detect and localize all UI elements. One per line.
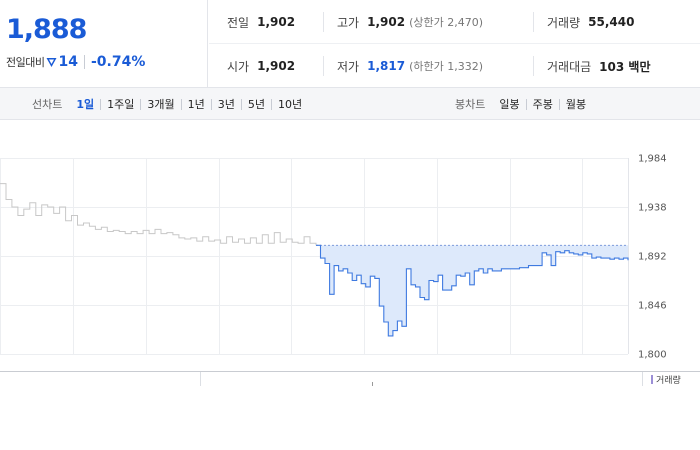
stat-open: 시가 1,902 bbox=[227, 44, 295, 88]
stat-label: 거래량 bbox=[547, 15, 581, 30]
line-chart-title: 선차트 bbox=[32, 98, 63, 111]
stat-value: 55,440 bbox=[588, 15, 635, 29]
toolbar-divider bbox=[558, 98, 560, 110]
period-tab-0[interactable]: 1일 bbox=[76, 96, 94, 112]
y-tick-label: 1,846 bbox=[638, 301, 667, 312]
period-tab-4[interactable]: 3년 bbox=[218, 96, 235, 112]
period-tab-3[interactable]: 1년 bbox=[188, 96, 205, 112]
volume-legend: 거래량 bbox=[651, 372, 681, 386]
candle-tab-0[interactable]: 일봉 bbox=[499, 96, 519, 112]
change-percent: -0.74% bbox=[90, 54, 146, 70]
down-triangle-icon bbox=[46, 53, 57, 72]
y-tick-label: 1,892 bbox=[638, 252, 667, 263]
stat-trade-amount: 거래대금 103 백만 bbox=[547, 44, 650, 88]
stat-high: 고가 1,902 (상한가 2,470) bbox=[337, 0, 483, 44]
change-row: 전일대비 14 -0.74% bbox=[6, 52, 145, 72]
period-tab-1[interactable]: 1주일 bbox=[107, 96, 134, 112]
stats-panel: 전일 1,902 고가 1,902 (상한가 2,470) 거래량 55,440… bbox=[209, 0, 700, 88]
change-label: 전일대비 bbox=[6, 56, 45, 69]
stat-value: 1,817 bbox=[367, 59, 406, 73]
area-fill bbox=[316, 245, 628, 336]
period-tab-2[interactable]: 3개월 bbox=[147, 96, 174, 112]
stat-prev-close: 전일 1,902 bbox=[227, 0, 295, 44]
volume-swatch bbox=[651, 374, 653, 384]
stat-value: 1,902 bbox=[367, 15, 406, 29]
candle-chart-periods: 봉차트 일봉 주봉 월봉 bbox=[455, 88, 586, 120]
series-line-previous bbox=[0, 183, 317, 246]
stat-label: 저가 bbox=[337, 59, 360, 74]
toolbar-divider bbox=[140, 98, 142, 110]
candle-chart-title: 봉차트 bbox=[455, 98, 486, 111]
quote-header: 1,888 전일대비 14 -0.74% 전일 1,902 고가 1,902 (… bbox=[0, 0, 700, 88]
candle-tab-1[interactable]: 주봉 bbox=[533, 96, 553, 112]
stat-label: 시가 bbox=[227, 59, 250, 74]
current-price: 1,888 bbox=[6, 14, 87, 45]
stat-subvalue: (하한가 1,332) bbox=[409, 60, 483, 73]
toolbar-divider bbox=[525, 98, 527, 110]
stat-value: 103 백만 bbox=[599, 59, 651, 74]
y-tick-label: 1,984 bbox=[638, 154, 667, 165]
toolbar-divider bbox=[180, 98, 182, 110]
price-chart: 1,984 1,938 1,892 1,846 1,800 bbox=[0, 121, 700, 371]
toolbar-divider bbox=[100, 98, 102, 110]
y-axis: 1,984 1,938 1,892 1,846 1,800 bbox=[638, 154, 667, 361]
change-divider bbox=[83, 55, 85, 69]
line-chart-periods: 선차트 1일 1주일 3개월 1년 3년 5년 10년 bbox=[32, 88, 302, 120]
stats-row-2: 시가 1,902 저가 1,817 (하한가 1,332) 거래대금 103 백… bbox=[209, 44, 700, 88]
price-box: 1,888 전일대비 14 -0.74% bbox=[0, 0, 208, 88]
stat-divider bbox=[323, 56, 324, 76]
volume-legend-text: 거래량 bbox=[656, 375, 681, 386]
volume-svg bbox=[0, 371, 700, 386]
stat-low: 저가 1,817 (하한가 1,332) bbox=[337, 44, 483, 88]
toolbar-divider bbox=[240, 98, 242, 110]
y-tick-label: 1,938 bbox=[638, 203, 667, 214]
toolbar-divider bbox=[271, 98, 273, 110]
stat-divider bbox=[533, 12, 534, 32]
stat-label: 전일 bbox=[227, 15, 250, 30]
stat-value: 1,902 bbox=[257, 59, 296, 73]
toolbar-divider bbox=[210, 98, 212, 110]
period-tab-6[interactable]: 10년 bbox=[278, 96, 302, 112]
stat-subvalue: (상한가 2,470) bbox=[409, 16, 483, 29]
chart-toolbar: 선차트 1일 1주일 3개월 1년 3년 5년 10년 봉차트 일봉 주봉 월봉 bbox=[0, 88, 700, 120]
chart-area bbox=[316, 244, 628, 336]
change-value: 14 bbox=[58, 54, 78, 70]
stat-divider bbox=[533, 56, 534, 76]
y-tick-label: 1,800 bbox=[638, 350, 667, 361]
stats-row-1: 전일 1,902 고가 1,902 (상한가 2,470) 거래량 55,440 bbox=[209, 0, 700, 44]
period-tab-5[interactable]: 5년 bbox=[248, 96, 265, 112]
price-chart-svg: 1,984 1,938 1,892 1,846 1,800 bbox=[0, 154, 667, 361]
candle-tab-2[interactable]: 월봉 bbox=[566, 96, 586, 112]
stat-divider bbox=[323, 12, 324, 32]
stat-value: 1,902 bbox=[257, 15, 296, 29]
stat-label: 거래대금 bbox=[547, 59, 592, 74]
volume-panel: 거래량 bbox=[0, 371, 700, 450]
stat-volume: 거래량 55,440 bbox=[547, 0, 634, 44]
stat-label: 고가 bbox=[337, 15, 360, 30]
